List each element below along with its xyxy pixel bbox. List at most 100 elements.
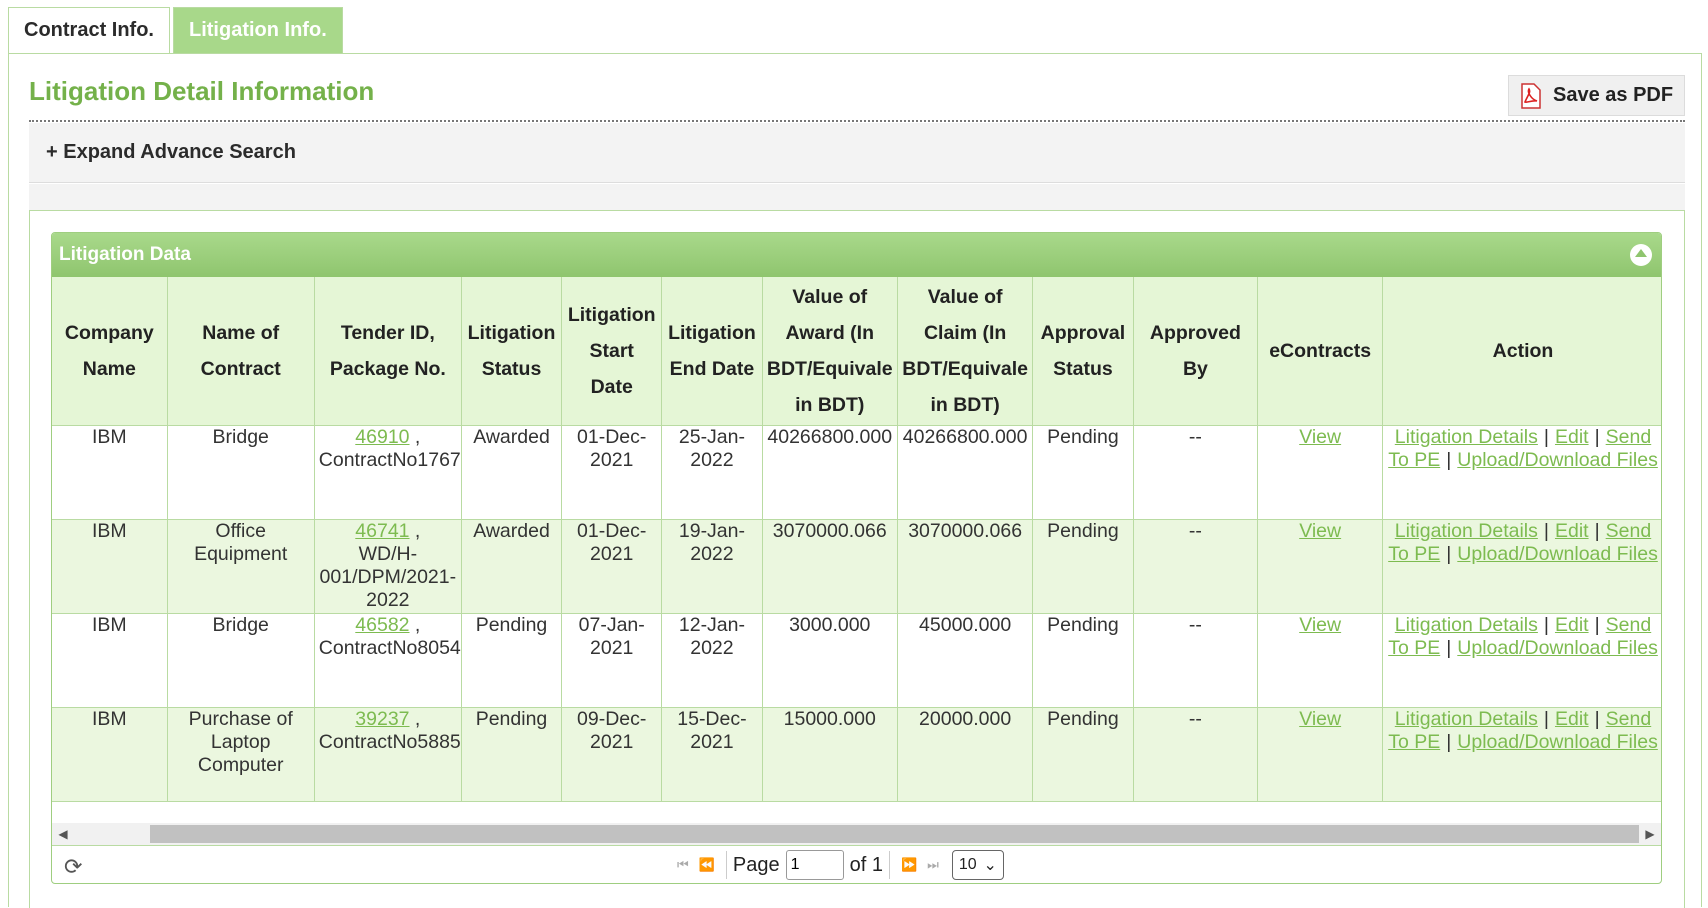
upload-download-files-link[interactable]: Upload/Download Files	[1457, 543, 1658, 565]
rows-per-page-select[interactable]: 10 ⌄	[951, 850, 1004, 880]
tender-id-link[interactable]: 46910	[355, 426, 409, 448]
prev-page-icon[interactable]: ⏪	[699, 857, 715, 873]
column-header[interactable]: Litigation Start Date	[561, 277, 663, 426]
tender-id-link[interactable]: 39237	[355, 708, 409, 730]
cell-contract: Bridge	[167, 613, 315, 708]
expand-advance-search-toggle[interactable]: + Expand Advance Search	[29, 123, 1685, 183]
column-header[interactable]: Action	[1382, 277, 1661, 426]
cell-tender: 46582 , ContractNo8054	[314, 613, 462, 708]
next-page-icon[interactable]: ⏩	[901, 857, 917, 873]
column-header[interactable]: Approved By	[1133, 277, 1259, 426]
save-as-pdf-label: Save as PDF	[1553, 84, 1674, 106]
cell-tender: 46910 , ContractNo1767	[314, 425, 462, 520]
cell-action: Litigation Details | Edit | Send To PE | Uploa…	[1382, 613, 1661, 708]
action-separator: |	[1594, 707, 1600, 730]
action-separator: |	[1594, 613, 1600, 636]
cell-end-date: 19-Jan-2022	[661, 519, 763, 614]
cell-econtracts: View	[1257, 613, 1384, 708]
cell-company: IBM	[52, 519, 168, 614]
cell-tender: 46741 , WD/H-001/DPM/2021-2022	[314, 519, 462, 614]
cell-status: Awarded	[461, 519, 563, 614]
table-row: IBM Purchase of Laptop Computer 39237 , …	[52, 707, 1661, 802]
rows-per-page-value: 10	[958, 856, 977, 873]
column-header[interactable]: Litigation End Date	[661, 277, 763, 426]
cell-end-date: 25-Jan-2022	[661, 425, 763, 520]
cell-start-date: 07-Jan-2021	[561, 613, 663, 708]
edit-link[interactable]: Edit	[1555, 708, 1589, 730]
action-separator: |	[1594, 519, 1600, 542]
column-header[interactable]: Value of Award (In BDT/Equivale in BDT)	[762, 277, 898, 426]
cell-approval-status: Pending	[1032, 519, 1134, 614]
cell-end-date: 12-Jan-2022	[661, 613, 763, 708]
save-as-pdf-button[interactable]: Save as PDF	[1508, 75, 1685, 116]
column-header[interactable]: Company Name	[52, 277, 168, 426]
view-econtract-link[interactable]: View	[1299, 614, 1341, 636]
litigation-details-link[interactable]: Litigation Details	[1395, 520, 1538, 542]
edit-link[interactable]: Edit	[1555, 614, 1589, 636]
table-row: IBM Bridge 46582 , ContractNo8054 Pendin…	[52, 613, 1661, 708]
cell-action: Litigation Details | Edit | Send To PE | Uploa…	[1382, 425, 1661, 520]
view-econtract-link[interactable]: View	[1299, 520, 1341, 542]
page-number-input[interactable]	[785, 850, 844, 880]
horizontal-scrollbar[interactable]: ◀ ▶	[52, 823, 1661, 845]
tab-litigation-info[interactable]: Litigation Info.	[173, 7, 343, 53]
tab-panel: Litigation Detail Information Save as PD…	[8, 53, 1702, 908]
scroll-left-icon[interactable]: ◀	[52, 823, 74, 845]
cell-econtracts: View	[1257, 519, 1384, 614]
tender-id-link[interactable]: 46582	[355, 614, 409, 636]
action-separator: |	[1446, 542, 1452, 565]
tender-id-link[interactable]: 46741	[355, 520, 409, 542]
title-divider	[29, 120, 1685, 122]
column-header[interactable]: eContracts	[1257, 277, 1384, 426]
edit-link[interactable]: Edit	[1555, 520, 1589, 542]
upload-download-files-link[interactable]: Upload/Download Files	[1457, 449, 1658, 471]
refresh-icon[interactable]: ⟳	[64, 854, 82, 880]
grid-caption: Litigation Data	[52, 233, 1661, 277]
table-row: IBM Office Equipment 46741 , WD/H-001/DP…	[52, 519, 1661, 614]
view-econtract-link[interactable]: View	[1299, 708, 1341, 730]
litigation-data-grid: Litigation Data Company Name Name of Con…	[51, 232, 1662, 884]
table-header-row: Company Name Name of Contract Tender ID,…	[52, 277, 1661, 426]
column-header[interactable]: Name of Contract	[167, 277, 315, 426]
cell-approved-by: --	[1133, 519, 1259, 614]
last-page-icon[interactable]: ⏭	[927, 857, 939, 873]
cell-company: IBM	[52, 613, 168, 708]
scrollbar-track[interactable]	[74, 825, 1639, 843]
table-row: IBM Bridge 46910 , ContractNo1767 Awarde…	[52, 425, 1661, 520]
cell-company: IBM	[52, 707, 168, 802]
cell-company: IBM	[52, 425, 168, 520]
cell-status: Pending	[461, 707, 563, 802]
litigation-table: Company Name Name of Contract Tender ID,…	[52, 277, 1661, 802]
cell-start-date: 09-Dec-2021	[561, 707, 663, 802]
column-header[interactable]: Value of Claim (In BDT/Equivale in BDT)	[897, 277, 1034, 426]
first-page-icon[interactable]: ⏮	[677, 857, 689, 873]
tab-bar: Contract Info. Litigation Info.	[8, 7, 346, 53]
litigation-details-link[interactable]: Litigation Details	[1395, 708, 1538, 730]
pdf-icon	[1521, 82, 1541, 109]
package-no: ContractNo5885	[318, 730, 461, 753]
cell-start-date: 01-Dec-2021	[561, 425, 663, 520]
cell-claim-value: 20000.000	[897, 707, 1034, 802]
cell-approved-by: --	[1133, 425, 1259, 520]
scrollbar-thumb[interactable]	[150, 825, 1639, 843]
cell-start-date: 01-Dec-2021	[561, 519, 663, 614]
cell-approval-status: Pending	[1032, 425, 1134, 520]
upload-download-files-link[interactable]: Upload/Download Files	[1457, 637, 1658, 659]
column-header[interactable]: Litigation Status	[461, 277, 563, 426]
page-title: Litigation Detail Information	[29, 76, 375, 106]
litigation-details-link[interactable]: Litigation Details	[1395, 614, 1538, 636]
package-no: WD/H-001/DPM/2021-2022	[319, 542, 457, 611]
collapse-icon[interactable]	[1630, 244, 1652, 266]
action-separator: |	[1543, 613, 1549, 636]
scroll-right-icon[interactable]: ▶	[1639, 823, 1661, 845]
edit-link[interactable]: Edit	[1555, 426, 1589, 448]
view-econtract-link[interactable]: View	[1299, 426, 1341, 448]
column-header[interactable]: Approval Status	[1032, 277, 1134, 426]
search-spacer	[29, 184, 1685, 211]
tab-contract-info[interactable]: Contract Info.	[8, 7, 170, 53]
cell-tender: 39237 , ContractNo5885	[314, 707, 462, 802]
litigation-details-link[interactable]: Litigation Details	[1395, 426, 1538, 448]
upload-download-files-link[interactable]: Upload/Download Files	[1457, 731, 1658, 753]
column-header[interactable]: Tender ID, Package No.	[314, 277, 462, 426]
cell-status: Pending	[461, 613, 563, 708]
